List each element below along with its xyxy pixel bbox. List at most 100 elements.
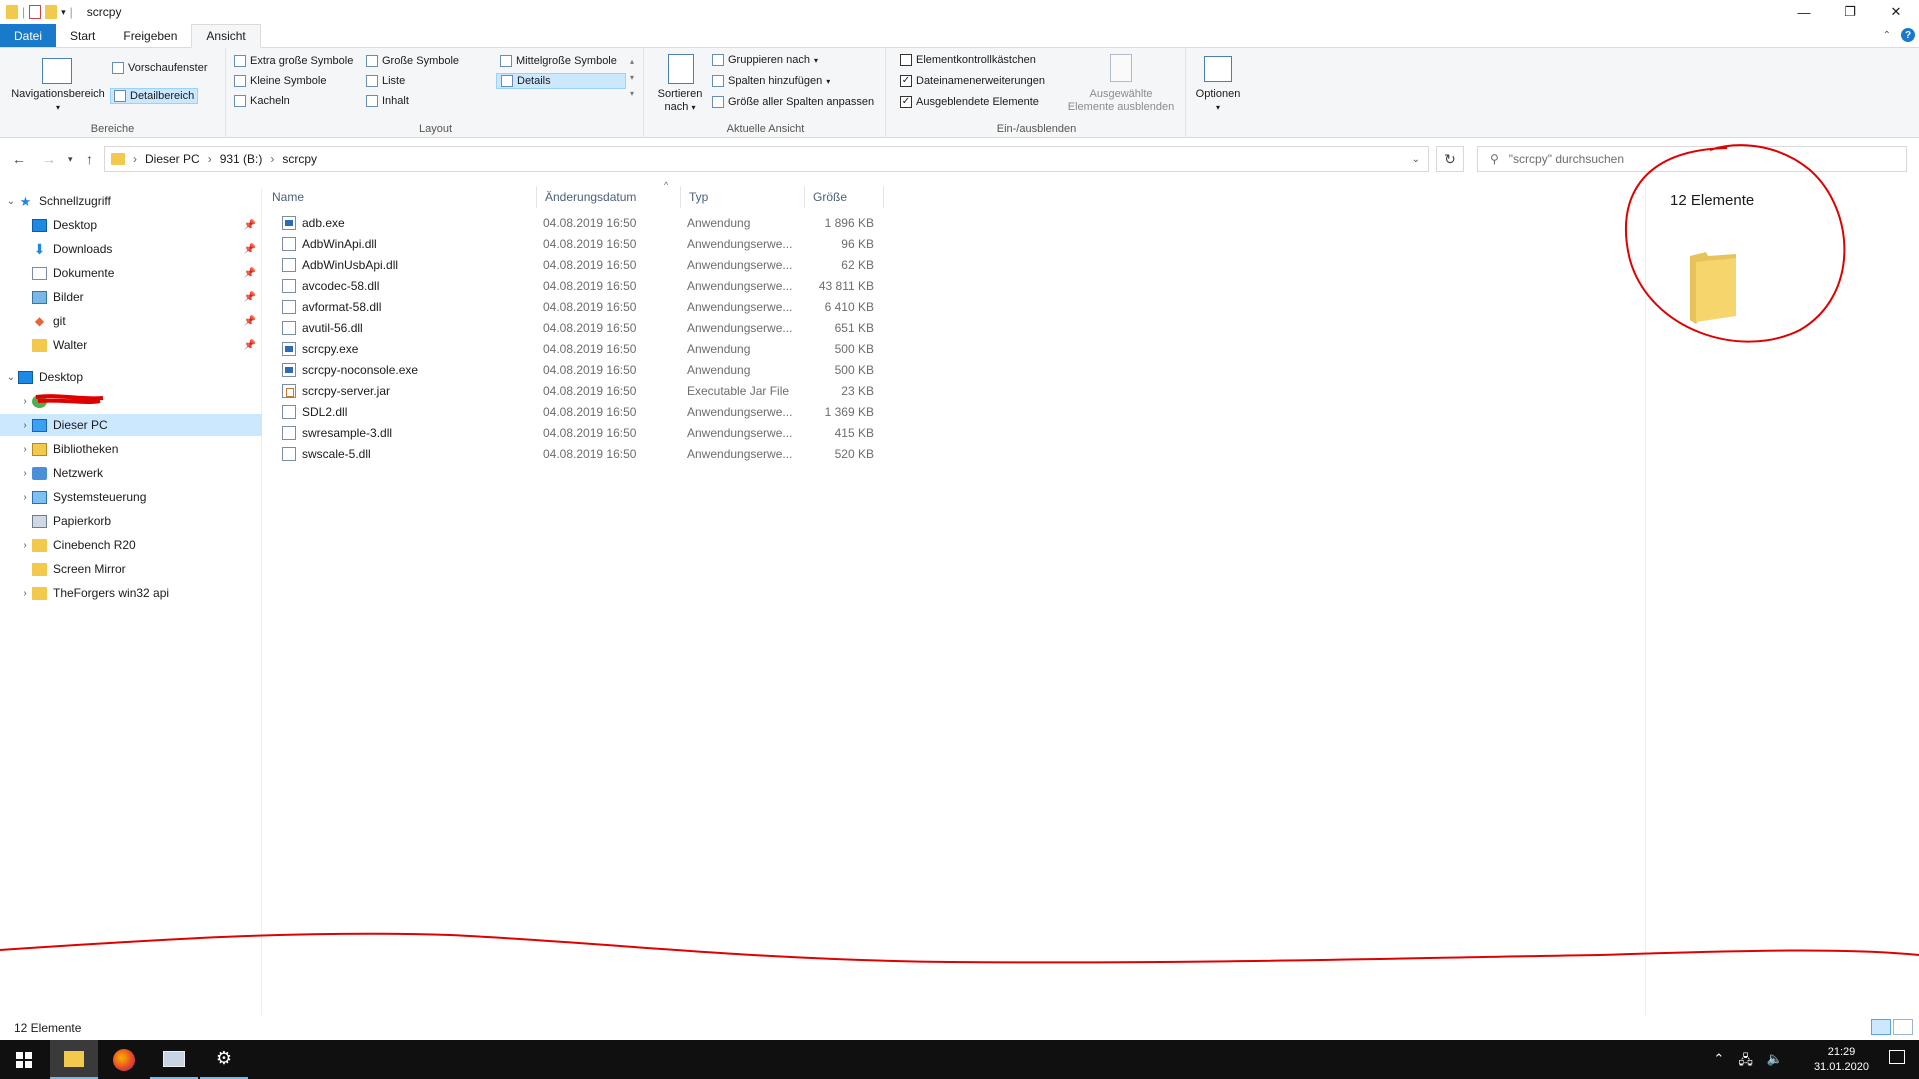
column-header-name[interactable]: Name bbox=[264, 186, 537, 208]
layout-item-inhalt[interactable]: Inhalt bbox=[366, 95, 409, 107]
details-view-button[interactable] bbox=[1871, 1019, 1891, 1035]
sidebar-item-schnellzugriff[interactable]: ⌄ ★ Schnellzugriff bbox=[0, 190, 262, 212]
layout-item-gross[interactable]: Große Symbole bbox=[366, 55, 459, 67]
table-row[interactable]: scrcpy.exe 04.08.2019 16:50 Anwendung 500 K… bbox=[264, 338, 884, 359]
help-icon[interactable]: ? bbox=[1901, 28, 1915, 42]
file-name-cell[interactable]: swscale-5.dll bbox=[282, 443, 532, 464]
file-name-cell[interactable]: AdbWinUsbApi.dll bbox=[282, 254, 532, 275]
taskbar-firefox[interactable] bbox=[100, 1040, 148, 1079]
breadcrumb-drive[interactable]: 931 (B:) bbox=[220, 152, 263, 166]
column-header-type[interactable]: Typ bbox=[681, 186, 805, 208]
layout-item-liste[interactable]: Liste bbox=[366, 75, 405, 87]
minimize-button[interactable]: — bbox=[1781, 0, 1827, 24]
sidebar-item-git[interactable]: ◆ git 📌 bbox=[0, 310, 262, 332]
chevron-right-icon[interactable]: › bbox=[18, 540, 32, 551]
sidebar-item-downloads[interactable]: ⬇ Downloads 📌 bbox=[0, 238, 262, 260]
search-input[interactable]: ⚲ "scrcpy" durchsuchen bbox=[1477, 146, 1907, 172]
table-row[interactable]: swresample-3.dll 04.08.2019 16:50 Anwendun… bbox=[264, 422, 884, 443]
checkbox-ausgeblendete-elemente[interactable]: ✓ Ausgeblendete Elemente bbox=[900, 96, 1039, 108]
checkbox-box[interactable] bbox=[900, 54, 912, 66]
chevron-right-icon[interactable]: › bbox=[18, 444, 32, 455]
volume-icon[interactable]: 🔈 bbox=[1767, 1051, 1783, 1073]
layout-scroll[interactable]: ▴ ▾ ▾ bbox=[630, 54, 634, 102]
detailbereich-button[interactable]: Detailbereich bbox=[110, 88, 199, 104]
file-name-cell[interactable]: avformat-58.dll bbox=[282, 296, 532, 317]
checkbox-dateinamenerweiterungen[interactable]: ✓ Dateinamenerweiterungen bbox=[900, 75, 1045, 87]
pin-icon[interactable]: 📌 bbox=[244, 316, 256, 327]
sidebar-item-dokumente[interactable]: Dokumente 📌 bbox=[0, 262, 262, 284]
gruppieren-button[interactable]: Gruppieren nach ▾ bbox=[712, 54, 818, 66]
navigation-pane-icon[interactable] bbox=[42, 58, 72, 84]
table-row[interactable]: avutil-56.dll 04.08.2019 16:50 Anwendungse… bbox=[264, 317, 884, 338]
checkbox-checked[interactable]: ✓ bbox=[900, 96, 912, 108]
table-row[interactable]: scrcpy-server.jar 04.08.2019 16:50 Executa… bbox=[264, 380, 884, 401]
file-name-cell[interactable]: scrcpy-noconsole.exe bbox=[282, 359, 532, 380]
vorschaufenster-button[interactable]: Vorschaufenster bbox=[112, 62, 208, 74]
sidebar-item-systemsteuerung[interactable]: › Systemsteuerung bbox=[0, 486, 262, 508]
tab-freigeben[interactable]: Freigeben bbox=[109, 24, 191, 47]
breadcrumb-scrcpy[interactable]: scrcpy bbox=[282, 152, 317, 166]
network-icon[interactable]: 🖧 bbox=[1738, 1051, 1753, 1073]
table-row[interactable]: scrcpy-noconsole.exe 04.08.2019 16:50 Anwe… bbox=[264, 359, 884, 380]
options-icon[interactable] bbox=[1204, 56, 1232, 82]
file-name-cell[interactable]: scrcpy-server.jar bbox=[282, 380, 532, 401]
large-icons-view-button[interactable] bbox=[1893, 1019, 1913, 1035]
file-name-cell[interactable]: avutil-56.dll bbox=[282, 317, 532, 338]
column-header-size[interactable]: Größe bbox=[805, 186, 884, 208]
tab-datei[interactable]: Datei bbox=[0, 24, 57, 47]
clock[interactable]: 21:29 31.01.2020 bbox=[1814, 1045, 1869, 1075]
file-name-cell[interactable]: adb.exe bbox=[282, 212, 532, 233]
tab-start[interactable]: Start bbox=[56, 24, 109, 47]
sidebar-item-desktop-root[interactable]: ⌄ Desktop bbox=[0, 366, 262, 388]
back-arrow-icon[interactable]: ← bbox=[12, 151, 26, 167]
forward-arrow-icon[interactable]: → bbox=[42, 151, 56, 167]
groesse-anpassen-button[interactable]: Größe aller Spalten anpassen bbox=[712, 96, 874, 108]
navigationsbereich-button[interactable]: Navigationsbereich bbox=[4, 88, 112, 101]
sidebar-item-screen-mirror[interactable]: Screen Mirror bbox=[0, 558, 262, 580]
layout-item-extra-gross[interactable]: Extra große Symbole bbox=[234, 55, 353, 67]
sidebar-item-papierkorb[interactable]: Papierkorb bbox=[0, 510, 262, 532]
pin-icon[interactable]: 📌 bbox=[244, 220, 256, 231]
table-row[interactable]: avcodec-58.dll 04.08.2019 16:50 Anwendungs… bbox=[264, 275, 884, 296]
tab-ansicht[interactable]: Ansicht bbox=[191, 24, 261, 48]
chevron-right-icon[interactable]: › bbox=[18, 468, 32, 479]
pin-icon[interactable]: 📌 bbox=[244, 340, 256, 351]
notification-icon[interactable] bbox=[1889, 1050, 1905, 1064]
table-row[interactable]: AdbWinUsbApi.dll 04.08.2019 16:50 Anwendun… bbox=[264, 254, 884, 275]
file-name-cell[interactable]: avcodec-58.dll bbox=[282, 275, 532, 296]
sidebar-item-bibliotheken[interactable]: › Bibliotheken bbox=[0, 438, 262, 460]
pin-icon[interactable]: 📌 bbox=[244, 268, 256, 279]
pin-icon[interactable]: 📌 bbox=[244, 244, 256, 255]
ausgewaehlte-ausblenden-button[interactable]: Ausgewählte Elemente ausblenden bbox=[1060, 88, 1182, 114]
start-button[interactable] bbox=[0, 1040, 48, 1079]
chevron-right-icon[interactable]: › bbox=[18, 492, 32, 503]
maximize-button[interactable]: ❐ bbox=[1827, 0, 1873, 24]
layout-item-klein[interactable]: Kleine Symbole bbox=[234, 75, 326, 87]
sidebar-item-dieser-pc[interactable]: › Dieser PC bbox=[0, 414, 262, 436]
checkbox-checked[interactable]: ✓ bbox=[900, 75, 912, 87]
breadcrumb-dieser-pc[interactable]: Dieser PC bbox=[145, 152, 200, 166]
file-name-cell[interactable]: scrcpy.exe bbox=[282, 338, 532, 359]
sidebar-item-redacted[interactable]: › bbox=[0, 390, 262, 412]
collapse-ribbon-icon[interactable]: ⌃ bbox=[1883, 30, 1891, 41]
checkbox-elementkontrollkaestchen[interactable]: Elementkontrollkästchen bbox=[900, 54, 1036, 66]
new-folder-icon[interactable] bbox=[45, 5, 58, 19]
properties-icon[interactable] bbox=[29, 5, 42, 19]
chevron-right-icon[interactable]: › bbox=[18, 396, 32, 407]
sort-icon[interactable] bbox=[668, 54, 694, 84]
sidebar-item-desktop[interactable]: Desktop 📌 bbox=[0, 214, 262, 236]
taskbar-settings[interactable]: ⚙ bbox=[200, 1040, 248, 1079]
layout-item-mittelgross[interactable]: Mittelgroße Symbole bbox=[500, 55, 617, 67]
file-name-cell[interactable]: SDL2.dll bbox=[282, 401, 532, 422]
up-arrow-icon[interactable]: ↑ bbox=[86, 151, 93, 167]
sidebar-item-theforgers[interactable]: › TheForgers win32 api bbox=[0, 582, 262, 604]
recent-locations-icon[interactable]: ▾ bbox=[68, 154, 73, 165]
sidebar-item-cinebench[interactable]: › Cinebench R20 bbox=[0, 534, 262, 556]
close-button[interactable]: ✕ bbox=[1873, 0, 1919, 24]
pin-icon[interactable]: 📌 bbox=[244, 292, 256, 303]
sidebar-item-netzwerk[interactable]: › Netzwerk bbox=[0, 462, 262, 484]
taskbar-app[interactable] bbox=[150, 1040, 198, 1079]
chevron-right-icon[interactable]: › bbox=[18, 420, 32, 431]
chevron-up-icon[interactable]: ⌃ bbox=[1713, 1051, 1724, 1073]
sidebar-item-bilder[interactable]: Bilder 📌 bbox=[0, 286, 262, 308]
